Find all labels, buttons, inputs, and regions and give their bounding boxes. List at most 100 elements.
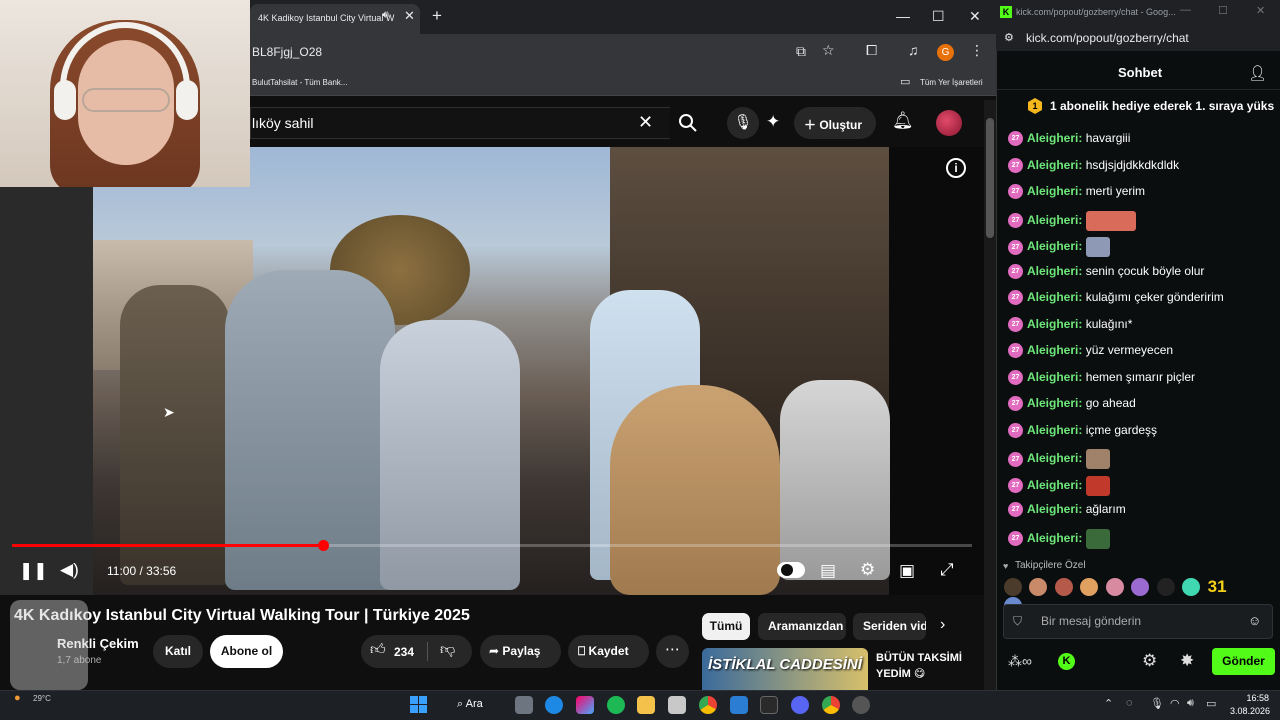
subscriber-badge-icon[interactable]: 27 xyxy=(1008,239,1023,255)
chat-message[interactable]: 27 Aleigheri: içme gardeşş xyxy=(1008,423,1157,443)
emote-icon[interactable] xyxy=(1156,578,1175,596)
weather-icon[interactable]: ● xyxy=(14,692,21,704)
progress-scrubber[interactable] xyxy=(318,540,330,551)
emote-icon[interactable] xyxy=(1182,578,1201,596)
notifications-bell-icon[interactable]: 🔔︎ xyxy=(892,111,914,131)
chip-from-search[interactable]: Aramanızdan xyxy=(758,613,846,640)
bookmark-item[interactable]: BulutTahsilat - Tüm Bank... xyxy=(252,78,347,87)
chat-username[interactable]: Aleigheri: xyxy=(1027,131,1082,145)
maximize-icon[interactable]: ☐ xyxy=(932,8,945,25)
account-avatar[interactable] xyxy=(936,110,962,136)
chat-emote-icon[interactable] xyxy=(1085,210,1136,231)
chat-message[interactable]: 27 Aleigheri: hsdjsjdjdkkdkdldk xyxy=(1008,158,1179,178)
subscriber-badge-icon[interactable]: 27 xyxy=(1008,213,1023,228)
like-icon[interactable]: 👍︎ xyxy=(370,641,386,659)
media-control-icon[interactable]: ♫ xyxy=(908,42,919,58)
chat-username[interactable]: Aleigheri: xyxy=(1027,239,1082,253)
fullscreen-icon[interactable]: ⤢ xyxy=(940,560,954,580)
chat-emote-icon[interactable] xyxy=(1085,237,1110,257)
share-button[interactable]: ➦ Paylaş xyxy=(480,635,561,668)
chat-username[interactable]: Aleigheri: xyxy=(1027,478,1082,492)
chat-emote-icon[interactable] xyxy=(1085,449,1110,469)
speaker-icon[interactable]: 🔊︎ xyxy=(382,9,389,22)
subscriber-badge-icon[interactable]: 27 xyxy=(1008,422,1023,438)
subscriber-badge-icon[interactable]: 27 xyxy=(1008,316,1023,332)
infinity-icon[interactable]: ⁂∞ xyxy=(1008,653,1032,670)
url-input[interactable]: BL8Fjgj_O28 xyxy=(252,45,322,59)
chat-close-icon[interactable]: ✕ xyxy=(1256,4,1265,17)
chat-username[interactable]: Aleigheri: xyxy=(1027,317,1082,331)
emote-icon[interactable] xyxy=(1054,578,1073,596)
chat-maximize-icon[interactable]: ☐ xyxy=(1218,4,1228,17)
chat-message[interactable]: 27 Aleigheri: go ahead xyxy=(1008,396,1136,416)
scrollbar-thumb[interactable] xyxy=(986,118,994,238)
chevron-up-icon[interactable]: ⌃ xyxy=(1104,697,1113,710)
task-view-icon[interactable] xyxy=(515,696,533,714)
chat-message[interactable]: 27 Aleigheri: xyxy=(1008,210,1136,231)
dislike-icon[interactable]: 👎︎ xyxy=(440,641,455,659)
chat-scrollbar[interactable] xyxy=(1270,90,1278,548)
kick-logo-icon[interactable]: K xyxy=(1058,653,1075,670)
subscriber-badge-icon[interactable]: 27 xyxy=(1008,343,1023,359)
emote-icon[interactable] xyxy=(1029,578,1048,596)
volume-icon[interactable]: 🔊︎ xyxy=(1187,697,1194,710)
chat-username[interactable]: Aleigheri: xyxy=(1027,184,1082,198)
miniplayer-icon[interactable]: ▣ xyxy=(899,561,915,581)
chat-emote-icon[interactable] xyxy=(1085,475,1110,496)
spotify-icon[interactable] xyxy=(607,696,625,714)
subscriber-badge-icon[interactable]: 27 xyxy=(1008,263,1023,279)
clock-time[interactable]: 16:58 xyxy=(1243,693,1269,703)
chat-message[interactable]: 27 Aleigheri: xyxy=(1008,449,1110,469)
minimize-icon[interactable]: — xyxy=(896,8,910,24)
clock-date[interactable]: 3.08.2026 xyxy=(1230,706,1270,716)
subscriber-badge-icon[interactable]: 27 xyxy=(1008,290,1023,306)
subscriber-badge-icon[interactable]: 27 xyxy=(1008,531,1023,546)
emote-icon[interactable] xyxy=(1131,578,1150,596)
mail-icon[interactable] xyxy=(730,696,748,714)
emote-icon[interactable] xyxy=(1080,578,1099,596)
chat-minimize-icon[interactable]: — xyxy=(1180,4,1191,16)
pinned-gift-message[interactable]: 1 abonelik hediye ederek 1. sıraya yüks xyxy=(1028,94,1278,118)
chat-message[interactable]: 27 Aleigheri: kulağını* xyxy=(1008,317,1132,337)
search-input[interactable]: lıköy sahil xyxy=(252,115,313,131)
like-count[interactable]: 234 xyxy=(394,645,414,659)
terminal-icon[interactable] xyxy=(760,696,778,714)
subscriber-badge-icon[interactable]: 27 xyxy=(1008,502,1023,518)
chat-username[interactable]: Aleigheri: xyxy=(1027,290,1082,304)
subscriber-badge-icon[interactable]: 27 xyxy=(1008,184,1023,200)
chat-username[interactable]: Aleigheri: xyxy=(1027,343,1082,357)
chat-emote-icon[interactable] xyxy=(1085,528,1110,549)
search-icon[interactable] xyxy=(670,107,706,139)
subscriber-badge-icon[interactable]: 27 xyxy=(1008,396,1023,412)
chat-settings-icon[interactable]: ⚙︎ xyxy=(1142,651,1157,671)
chat-message[interactable]: 27 Aleigheri: senin çocuk böyle olur xyxy=(1008,264,1204,284)
chrome-icon[interactable] xyxy=(822,696,840,714)
subscriber-badge-icon[interactable]: 27 xyxy=(1008,369,1023,385)
chat-message[interactable]: 27 Aleigheri: kulağımı çeker gönderirim xyxy=(1008,290,1224,310)
send-button[interactable]: Gönder xyxy=(1212,648,1275,675)
store-icon[interactable] xyxy=(668,696,686,714)
file-explorer-icon[interactable] xyxy=(637,696,655,714)
browser-tab[interactable]: 4K Kadikoy Istanbul City Virtual W xyxy=(250,4,420,34)
windows-start-icon[interactable] xyxy=(410,696,427,713)
chat-username[interactable]: Aleigheri: xyxy=(1027,502,1082,516)
chat-username[interactable]: Aleigheri: xyxy=(1027,451,1082,465)
subscribe-button[interactable]: Abone ol xyxy=(210,635,283,668)
emote-31[interactable]: 31 xyxy=(1208,577,1227,596)
chip-series[interactable]: Seriden vide xyxy=(853,613,926,640)
subscriber-badge-icon[interactable]: 27 xyxy=(1008,478,1023,493)
subscriber-badge-icon[interactable]: 27 xyxy=(1008,131,1023,147)
chat-message[interactable]: 27 Aleigheri: yüz vermeyecen xyxy=(1008,343,1173,363)
new-tab-icon[interactable]: + xyxy=(432,6,442,26)
chat-message[interactable]: 27 Aleigheri: hemen şımarır piçler xyxy=(1008,370,1195,390)
copilot-icon[interactable] xyxy=(576,696,594,714)
badge-icon[interactable]: ✸ xyxy=(1180,651,1194,671)
emote-icon[interactable] xyxy=(1105,578,1124,596)
save-button[interactable]: ⎕ Kaydet xyxy=(568,635,649,668)
chat-username[interactable]: Aleigheri: xyxy=(1027,396,1082,410)
chat-message[interactable]: 27 Aleigheri: havargiii xyxy=(1008,131,1130,151)
cast-icon[interactable]: ✦ xyxy=(766,112,780,132)
chevron-right-icon[interactable]: › xyxy=(940,616,945,634)
profile-avatar[interactable]: G xyxy=(937,44,954,61)
wifi-icon[interactable]: ◠ xyxy=(1170,697,1180,710)
